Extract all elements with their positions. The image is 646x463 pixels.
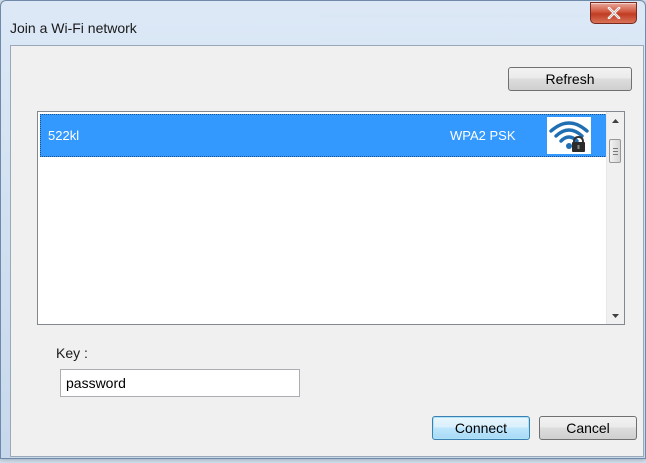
network-list-scrollbar[interactable] xyxy=(606,112,624,324)
network-security: WPA2 PSK xyxy=(450,128,516,143)
dialog-content: Refresh 522kl WPA2 PSK Key: password Co… xyxy=(10,45,644,457)
cancel-button[interactable]: Cancel xyxy=(539,416,637,440)
key-label: Key : xyxy=(56,345,88,361)
scroll-up-arrow-icon[interactable] xyxy=(607,112,624,129)
wifi-lock-icon xyxy=(547,117,591,154)
grip-line xyxy=(613,151,618,152)
network-list[interactable]: 522kl WPA2 PSK xyxy=(37,111,625,325)
close-button[interactable] xyxy=(590,2,637,24)
close-icon xyxy=(607,7,620,19)
refresh-button[interactable]: Refresh xyxy=(508,67,632,91)
key-input[interactable] xyxy=(60,369,300,397)
network-ssid: 522kl xyxy=(48,128,80,143)
connect-button[interactable]: Connect xyxy=(432,416,530,440)
wifi-dialog: Join a Wi-Fi network Refresh 522kl WPA2 … xyxy=(0,0,646,459)
scroll-down-arrow-icon[interactable] xyxy=(607,307,624,324)
title-bar[interactable]: Join a Wi-Fi network xyxy=(1,1,645,36)
scroll-thumb[interactable] xyxy=(609,139,621,163)
window-title: Join a Wi-Fi network xyxy=(10,20,137,36)
network-row[interactable]: 522kl WPA2 PSK xyxy=(40,114,607,157)
grip-line xyxy=(613,148,618,149)
grip-line xyxy=(613,154,618,155)
